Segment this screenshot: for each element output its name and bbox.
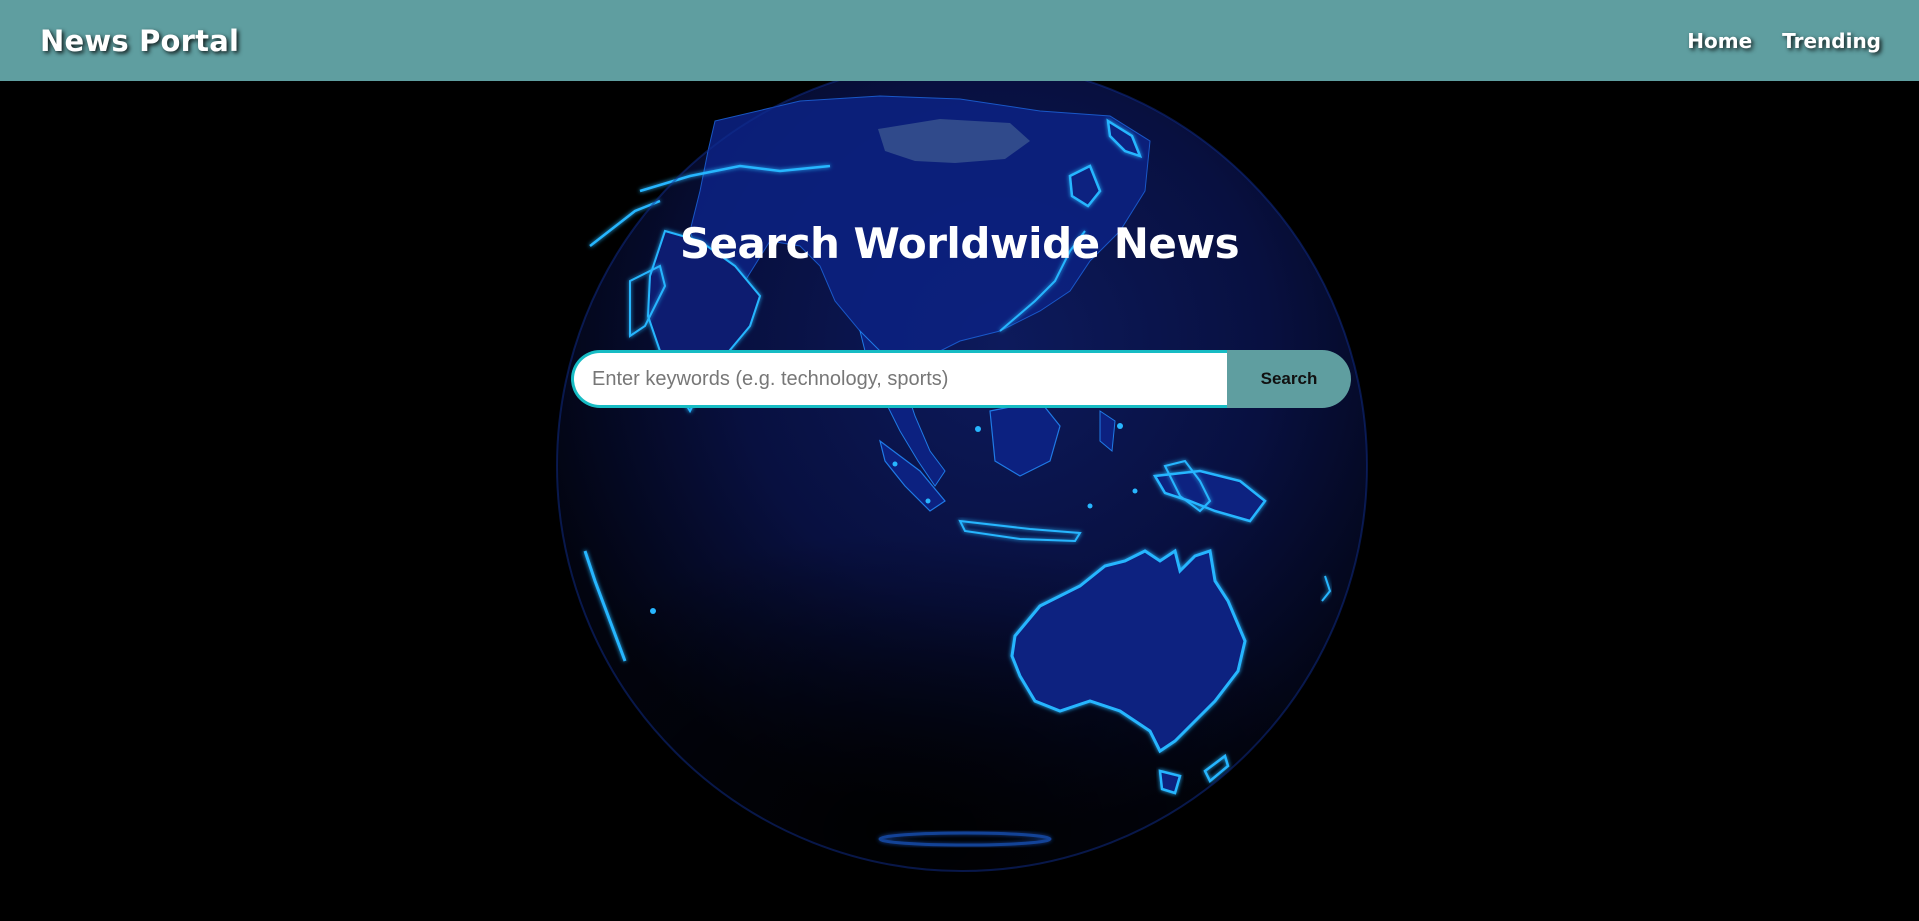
search-form: Search xyxy=(571,350,1351,408)
hero-section: Search Worldwide News Search xyxy=(0,81,1919,921)
site-brand[interactable]: News Portal xyxy=(40,24,239,58)
nav-links: Home Trending xyxy=(1687,29,1881,53)
globe-background-image xyxy=(480,81,1368,911)
nav-link-trending[interactable]: Trending xyxy=(1782,29,1881,53)
search-button[interactable]: Search xyxy=(1227,350,1351,408)
top-navbar: News Portal Home Trending xyxy=(0,0,1919,81)
nav-link-home[interactable]: Home xyxy=(1687,29,1752,53)
tasmania-island xyxy=(1158,769,1182,795)
hero-title: Search Worldwide News xyxy=(679,219,1240,268)
search-input[interactable] xyxy=(571,350,1227,408)
